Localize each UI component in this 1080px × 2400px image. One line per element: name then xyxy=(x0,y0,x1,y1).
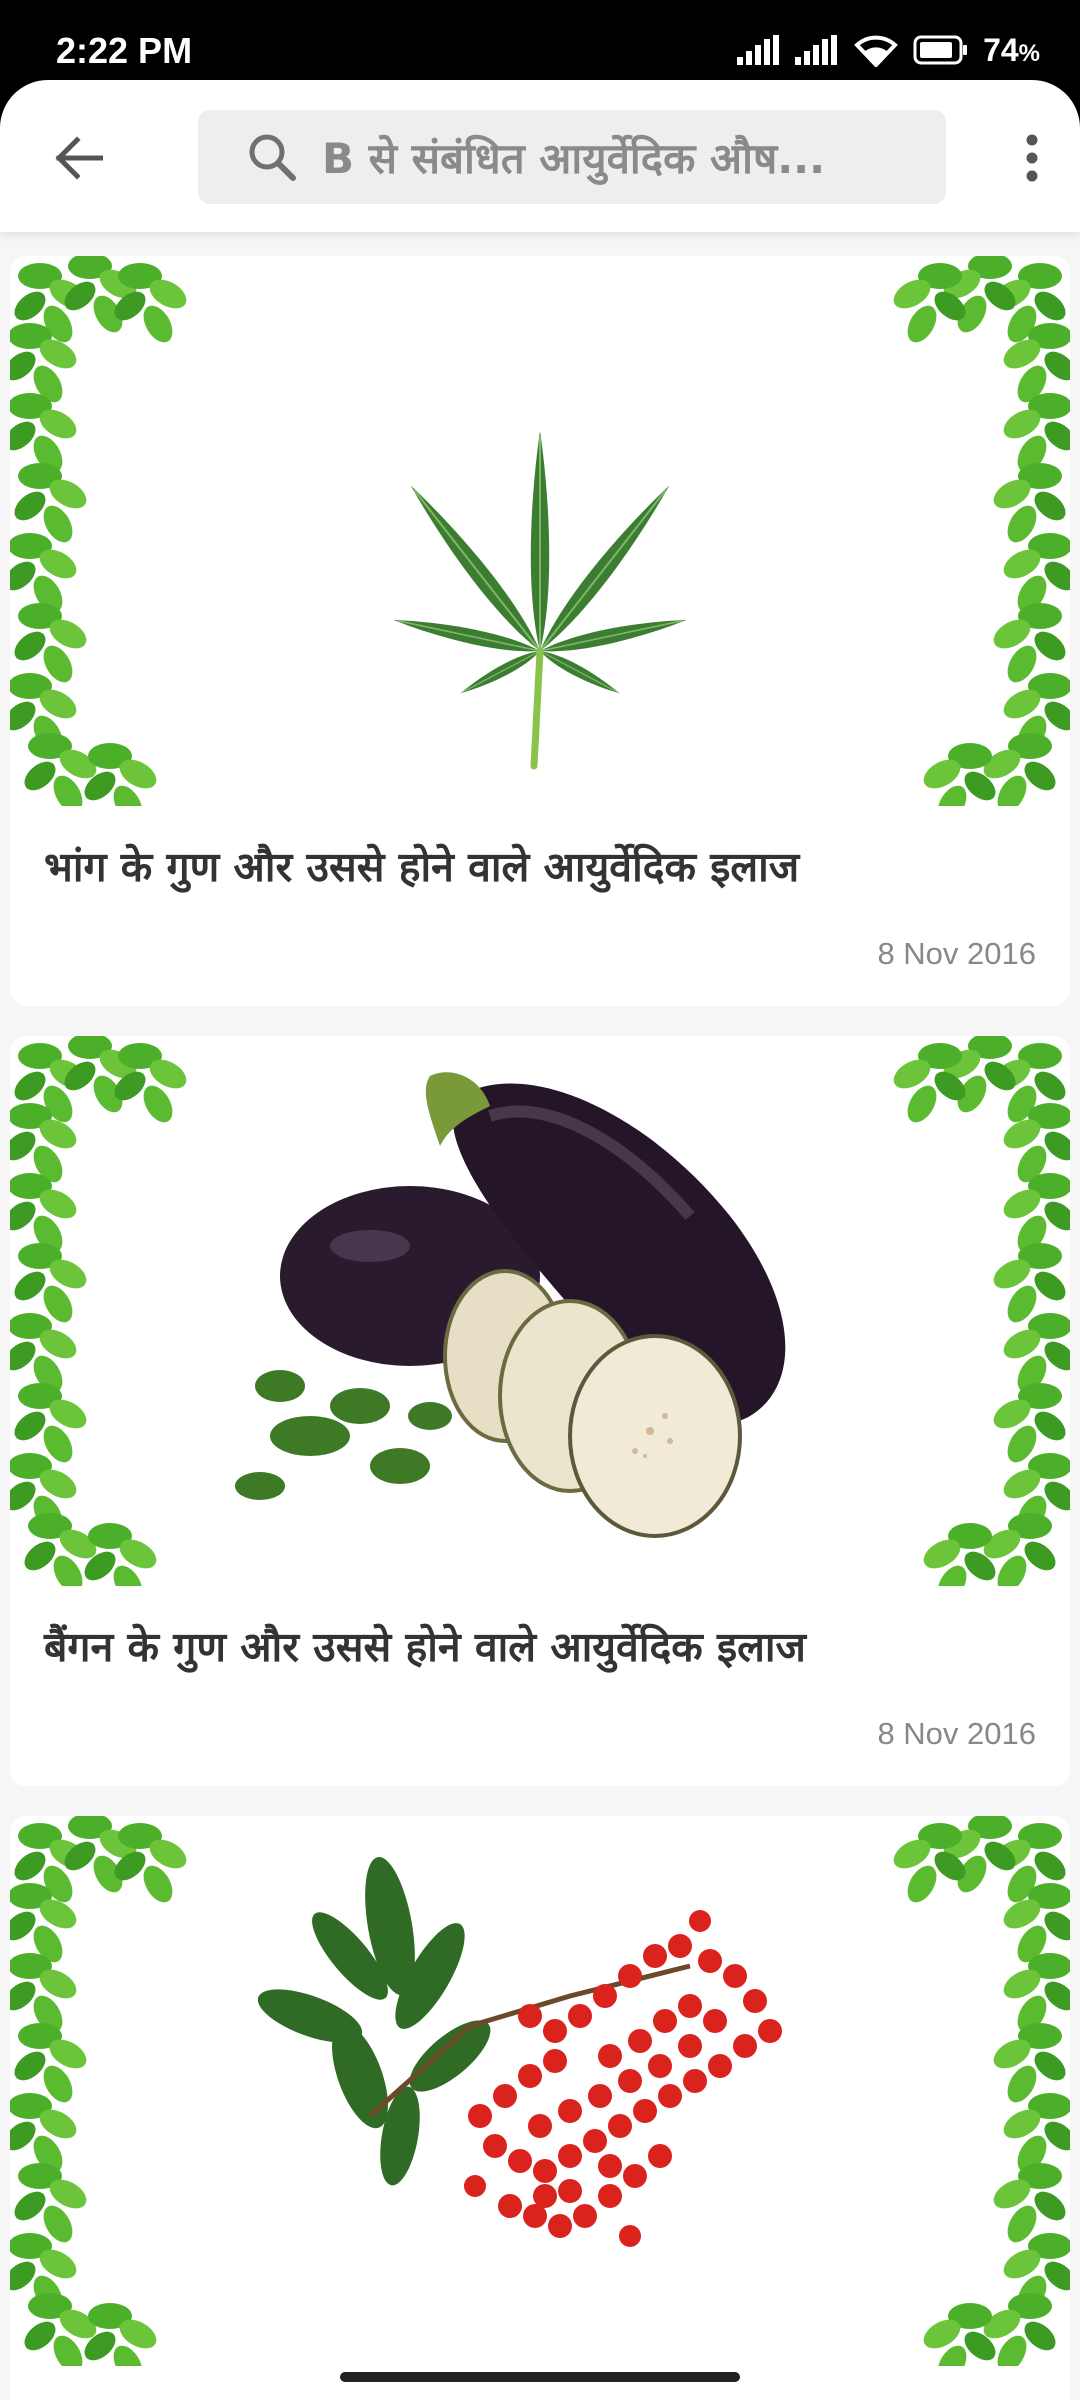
article-image xyxy=(10,1816,1070,2366)
arrow-back-icon xyxy=(55,136,103,180)
battery-icon xyxy=(913,35,968,65)
more-vert-icon xyxy=(1026,134,1038,182)
search-query-text: B से संबंधित आयुर्वेदिक औष... xyxy=(322,133,826,183)
search-field[interactable]: B से संबंधित आयुर्वेदिक औष... xyxy=(198,110,946,204)
article-title: भांग के गुण और उससे होने वाले आयुर्वेदिक… xyxy=(44,843,800,891)
search-icon xyxy=(244,129,300,185)
more-options-button[interactable] xyxy=(1002,120,1062,196)
battery-percent: 74% xyxy=(983,31,1040,68)
cannabis-leaf-image xyxy=(10,256,1070,806)
status-bar: 2:22 PM 74% xyxy=(0,0,1080,80)
article-list[interactable]: भांग के गुण और उससे होने वाले आयुर्वेदिक… xyxy=(0,232,1080,2400)
article-card[interactable]: बैंगन के गुण और उससे होने वाले आयुर्वेदि… xyxy=(10,1036,1070,1786)
home-indicator[interactable] xyxy=(340,2372,740,2382)
status-time: 2:22 PM xyxy=(56,30,193,71)
signal-icon xyxy=(737,35,780,65)
article-card[interactable] xyxy=(10,1816,1070,2400)
article-title: बैंगन के गुण और उससे होने वाले आयुर्वेदि… xyxy=(44,1623,806,1671)
eggplant-image xyxy=(10,1036,1070,1586)
back-button[interactable] xyxy=(40,120,116,196)
wifi-icon xyxy=(854,35,898,67)
signal-icon-2 xyxy=(795,35,838,65)
article-card[interactable]: भांग के गुण और उससे होने वाले आयुर्वेदिक… xyxy=(10,256,1070,1006)
article-date: 8 Nov 2016 xyxy=(877,936,1036,971)
red-berries-image xyxy=(10,1816,1070,2366)
app-bar: B से संबंधित आयुर्वेदिक औष... xyxy=(0,80,1080,232)
status-icons: 74% xyxy=(737,30,1040,70)
article-date: 8 Nov 2016 xyxy=(877,1716,1036,1751)
article-image xyxy=(10,256,1070,806)
article-image xyxy=(10,1036,1070,1586)
